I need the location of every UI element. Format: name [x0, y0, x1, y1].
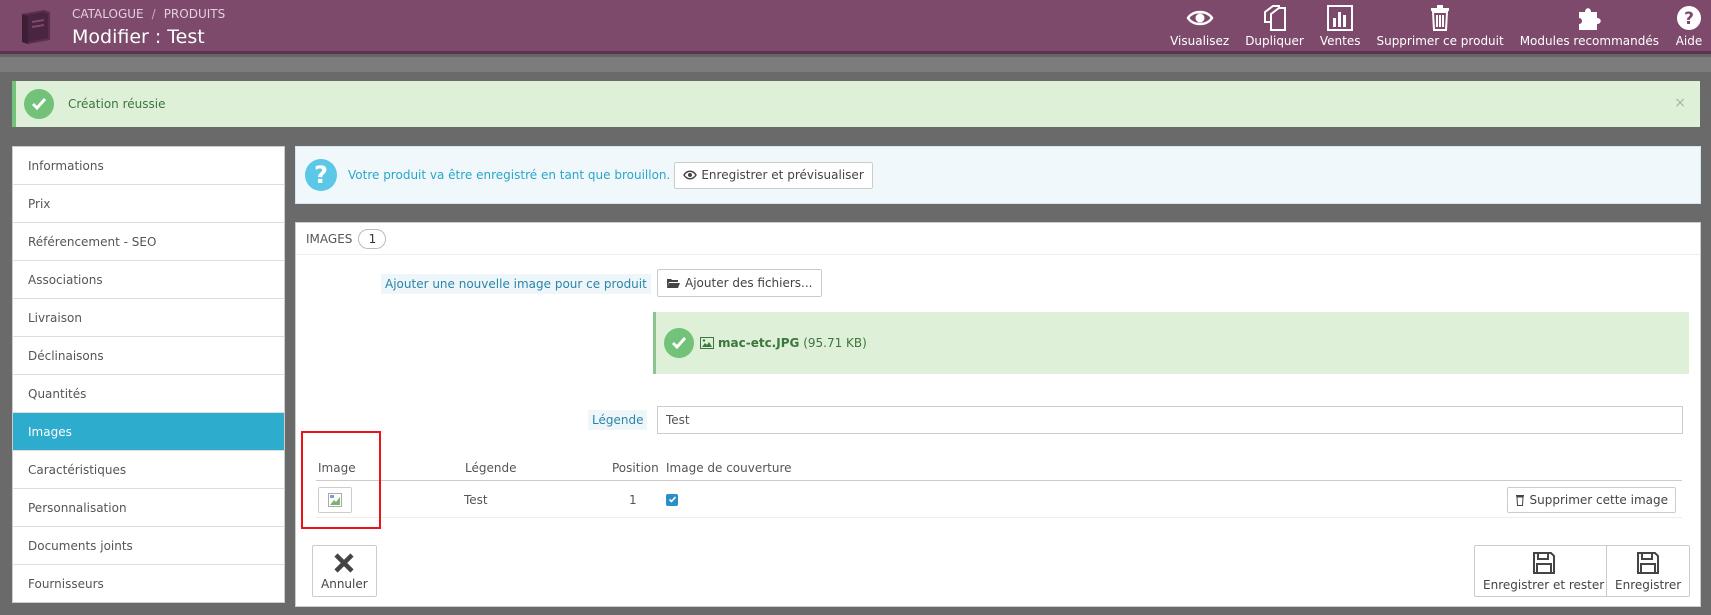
delete-product-button[interactable]: Supprimer ce produit — [1368, 0, 1511, 54]
cancel-button[interactable]: Annuler — [312, 545, 377, 597]
help-icon: ? — [1677, 6, 1701, 30]
toolbar: Visualisez Dupliquer Ventes Supprimer ce… — [1162, 0, 1711, 54]
add-files-button[interactable]: Ajouter des fichiers... — [657, 269, 822, 297]
check-circle-icon — [664, 328, 694, 358]
images-panel: IMAGES 1 Ajouter une nouvelle image pour… — [295, 222, 1701, 607]
delete-image-button[interactable]: Supprimer cette image — [1507, 486, 1676, 513]
cover-checkbox[interactable] — [666, 493, 678, 506]
trash-icon — [1516, 494, 1525, 506]
copy-icon — [1263, 5, 1286, 31]
add-files-label: Ajouter des fichiers... — [685, 276, 813, 290]
sidebar-item-caracteristiques[interactable]: Caractéristiques — [13, 451, 284, 489]
book-logo-icon — [22, 10, 50, 44]
breadcrumb-catalogue[interactable]: CATALOGUE — [72, 7, 144, 21]
recommended-modules-label: Modules recommandés — [1519, 34, 1659, 48]
svg-text:?: ? — [1684, 9, 1694, 29]
check-circle-icon — [24, 89, 54, 119]
col-cover: Image de couverture — [666, 460, 792, 475]
eye-icon — [1186, 10, 1214, 26]
panel-title: IMAGES — [306, 231, 353, 246]
help-label: Aide — [1675, 34, 1703, 48]
top-header: CATALOGUE / PRODUITS Modifier : Test Visua… — [0, 0, 1711, 54]
breadcrumb: CATALOGUE / PRODUITS — [72, 7, 225, 21]
recommended-modules-button[interactable]: Modules recommandés — [1512, 0, 1667, 54]
sidebar-item-prix[interactable]: Prix — [13, 185, 284, 223]
alert-text: Création réussie — [68, 97, 166, 111]
product-tabs-sidebar: Informations Prix Référencement - SEO As… — [12, 146, 285, 603]
duplicate-label: Dupliquer — [1245, 34, 1304, 48]
save-label: Enregistrer — [1615, 577, 1682, 592]
sidebar-item-declinaisons[interactable]: Déclinaisons — [13, 337, 284, 375]
cancel-label: Annuler — [321, 576, 368, 591]
sidebar-item-informations[interactable]: Informations — [13, 147, 284, 185]
breadcrumb-separator: / — [151, 7, 156, 21]
uploaded-filename: mac-etc.JPG — [718, 336, 800, 350]
delete-image-label: Supprimer cette image — [1529, 492, 1668, 507]
sidebar-item-fournisseurs[interactable]: Fournisseurs — [13, 565, 284, 603]
draft-info-text: Votre produit va être enregistré en tant… — [348, 168, 671, 182]
row-legend: Test — [464, 492, 488, 507]
floppy-disk-icon — [1637, 551, 1660, 574]
close-icon — [334, 552, 354, 573]
save-and-stay-label: Enregistrer et rester — [1483, 577, 1605, 592]
sales-button[interactable]: Ventes — [1312, 0, 1369, 54]
view-button[interactable]: Visualisez — [1162, 0, 1237, 54]
upload-success-box: mac-etc.JPG (95.71 KB) — [653, 312, 1689, 374]
bar-chart-icon — [1327, 5, 1354, 31]
save-preview-label: Enregistrer et prévisualiser — [701, 168, 864, 182]
eye-icon — [683, 170, 698, 180]
close-icon[interactable]: × — [1674, 95, 1686, 111]
legend-input[interactable] — [657, 406, 1683, 434]
draft-info-box: ? Votre produit va être enregistré en ta… — [295, 146, 1701, 204]
save-preview-button[interactable]: Enregistrer et prévisualiser — [674, 161, 873, 189]
delete-product-label: Supprimer ce produit — [1376, 34, 1504, 48]
page-title: Modifier : Test — [72, 26, 205, 48]
breadcrumb-produits[interactable]: PRODUITS — [164, 7, 226, 21]
legend-label: Légende — [588, 410, 648, 430]
sidebar-item-images[interactable]: Images — [13, 413, 284, 451]
uploaded-filesize: (95.71 KB) — [803, 336, 867, 350]
uploaded-file-info: mac-etc.JPG (95.71 KB) — [700, 336, 867, 350]
images-table-header: Image Légende Position Image de couvertu… — [316, 455, 1682, 481]
row-position: 1 — [629, 492, 637, 507]
duplicate-button[interactable]: Dupliquer — [1237, 0, 1312, 54]
col-legend: Légende — [465, 460, 517, 475]
help-button[interactable]: ? Aide — [1667, 0, 1711, 54]
sidebar-item-livraison[interactable]: Livraison — [13, 299, 284, 337]
save-and-stay-button[interactable]: Enregistrer et rester — [1474, 545, 1614, 597]
question-circle-icon: ? — [305, 159, 337, 191]
sidebar-item-documents[interactable]: Documents joints — [13, 527, 284, 565]
picture-icon — [700, 337, 714, 349]
sidebar-item-seo[interactable]: Référencement - SEO — [13, 223, 284, 261]
panel-heading: IMAGES 1 — [296, 223, 1700, 255]
col-position: Position — [612, 460, 659, 475]
add-image-label: Ajouter une nouvelle image pour ce produ… — [381, 274, 651, 294]
success-alert: Création réussie × — [12, 81, 1700, 127]
view-label: Visualisez — [1170, 34, 1230, 48]
sidebar-item-quantites[interactable]: Quantités — [13, 375, 284, 413]
table-row: Test 1 Supprimer cette image — [316, 482, 1682, 518]
floppy-disk-icon — [1532, 551, 1555, 574]
sales-label: Ventes — [1319, 34, 1361, 48]
sidebar-item-personnalisation[interactable]: Personnalisation — [13, 489, 284, 527]
image-count-badge: 1 — [358, 228, 387, 249]
sidebar-item-associations[interactable]: Associations — [13, 261, 284, 299]
highlight-rectangle — [301, 431, 381, 529]
save-button[interactable]: Enregistrer — [1606, 545, 1691, 597]
folder-open-icon — [667, 279, 680, 288]
trash-icon — [1431, 5, 1450, 31]
puzzle-icon — [1579, 8, 1602, 30]
